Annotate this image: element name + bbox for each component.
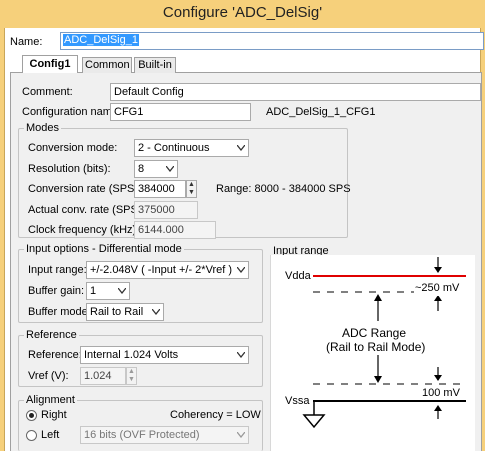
clock-frequency-label: Clock frequency (kHz): — [28, 224, 140, 236]
reference-value: Internal 1.024 Volts — [84, 349, 179, 361]
input-range-value: +/-2.048V ( -Input +/- 2*Vref ) — [90, 264, 233, 276]
conversion-mode-value: 2 - Continuous — [138, 142, 210, 154]
input-range-select[interactable]: +/-2.048V ( -Input +/- 2*Vref ) — [86, 261, 249, 279]
chevron-down-icon — [166, 166, 174, 172]
buffer-gain-select[interactable]: 1 — [86, 282, 130, 300]
chevron-down-icon — [152, 309, 160, 315]
buffer-mode-value: Rail to Rail — [90, 306, 144, 318]
clock-frequency-value: 6144.000 — [134, 221, 216, 239]
alignment-title: Alignment — [24, 394, 77, 406]
align-right-label[interactable]: Right — [41, 407, 67, 423]
tab-config1[interactable]: Config1 — [22, 55, 78, 73]
actual-rate-label: Actual conv. rate (SPS): — [28, 204, 145, 216]
conversion-mode-select[interactable]: 2 - Continuous — [134, 139, 249, 157]
align-left-label[interactable]: Left — [41, 427, 59, 443]
spin-up-icon: ▲ — [128, 368, 135, 375]
left-align-option-value: 16 bits (OVF Protected) — [84, 429, 200, 441]
vssa-label: Vssa — [285, 395, 310, 407]
arrow-down-icon — [434, 267, 442, 273]
config-name-input[interactable]: CFG1 — [110, 103, 251, 121]
actual-rate-value: 375000 — [134, 201, 198, 219]
left-align-option-select: 16 bits (OVF Protected) — [80, 426, 249, 444]
chevron-down-icon — [237, 432, 245, 438]
conversion-rate-input[interactable]: 384000 — [134, 180, 186, 198]
buffer-gain-label: Buffer gain: — [28, 285, 85, 297]
input-options-title: Input options - Differential mode — [24, 243, 184, 255]
resolution-select[interactable]: 8 — [134, 160, 178, 178]
spin-down-icon[interactable]: ▼ — [187, 189, 196, 197]
vref-spinner: ▲ ▼ — [126, 367, 137, 385]
reference-select[interactable]: Internal 1.024 Volts — [80, 346, 249, 364]
config-full-name: ADC_DelSig_1_CFG1 — [266, 106, 376, 118]
vref-input: 1.024 — [80, 367, 126, 385]
vref-label: Vref (V): — [28, 370, 69, 382]
top-margin-label: ~250 mV — [414, 280, 461, 296]
reference-title: Reference — [24, 329, 79, 341]
arrow-up-icon — [434, 405, 442, 411]
spin-down-icon: ▼ — [128, 376, 135, 383]
tab-strip-line — [10, 72, 482, 73]
adc-mode-label: (Rail to Rail Mode) — [326, 340, 426, 354]
chevron-down-icon — [237, 145, 245, 151]
name-value: ADC_DelSig_1 — [63, 34, 139, 46]
conversion-rate-label: Conversion rate (SPS): — [28, 183, 142, 195]
comment-label: Comment: — [22, 86, 73, 98]
spin-up-icon[interactable]: ▲ — [187, 181, 196, 189]
reference-label: Reference: — [28, 349, 82, 361]
arrow-up-icon — [374, 294, 382, 301]
input-range-diagram: Vdda Vssa ~250 mV 100 mV ADC Range (Rail… — [270, 255, 475, 451]
chevron-down-icon — [237, 267, 245, 273]
conversion-rate-spinner[interactable]: ▲ ▼ — [186, 180, 197, 198]
chevron-down-icon — [237, 352, 245, 358]
modes-group-title: Modes — [24, 122, 62, 134]
bottom-margin-label: 100 mV — [422, 387, 460, 399]
tab-common[interactable]: Common — [82, 57, 132, 73]
name-label: Name: — [10, 36, 43, 48]
resolution-value: 8 — [138, 163, 145, 175]
conversion-rate-range: Range: 8000 - 384000 SPS — [216, 183, 351, 195]
resolution-label: Resolution (bits): — [28, 163, 111, 175]
window-title: Configure 'ADC_DelSig' — [0, 0, 485, 28]
arrow-down-icon — [434, 375, 442, 381]
comment-input[interactable]: Default Config — [110, 83, 481, 101]
config-name-label: Configuration name: — [22, 106, 122, 118]
buffer-mode-select[interactable]: Rail to Rail — [86, 303, 164, 321]
tab-built-in[interactable]: Built-in — [134, 57, 176, 73]
name-input[interactable]: ADC_DelSig_1 — [60, 32, 484, 50]
align-left-radio[interactable] — [26, 430, 37, 441]
buffer-gain-value: 1 — [90, 285, 97, 297]
vdda-label: Vdda — [285, 270, 311, 282]
input-range-label: Input range: — [28, 264, 87, 276]
align-right-radio[interactable] — [26, 410, 37, 421]
buffer-mode-label: Buffer mode: — [28, 306, 91, 318]
arrow-down-icon — [374, 376, 382, 383]
ground-icon — [302, 414, 326, 429]
coherency-label: Coherency = LOW — [170, 409, 261, 421]
chevron-down-icon — [118, 288, 126, 294]
conversion-mode-label: Conversion mode: — [28, 142, 118, 154]
